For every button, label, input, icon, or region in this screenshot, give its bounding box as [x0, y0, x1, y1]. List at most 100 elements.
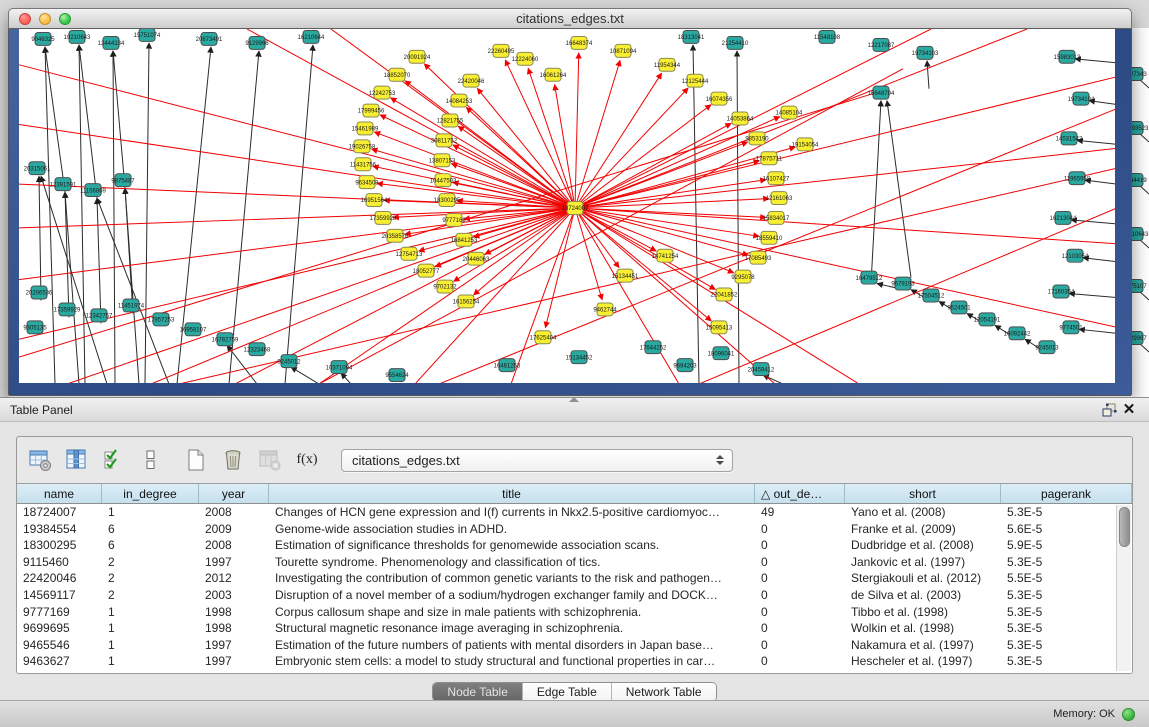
network-node[interactable]: 16213044 — [1050, 211, 1077, 224]
network-node[interactable]: 17359928 — [370, 211, 397, 224]
cell-year[interactable]: 2003 — [199, 587, 269, 604]
network-node[interactable]: 9554624 — [385, 369, 409, 382]
close-panel-button[interactable]: ✕ — [1119, 401, 1139, 419]
network-node[interactable]: 11156869 — [80, 184, 106, 197]
cell-title[interactable]: Genome-wide association studies in ADHD. — [269, 521, 755, 538]
cell-pagerank[interactable]: 5.6E-5 — [1001, 521, 1132, 538]
network-node[interactable]: 17644252 — [640, 341, 667, 354]
network-node[interactable]: 20206536 — [26, 286, 53, 299]
cell-short[interactable]: Tibbo et al. (1998) — [845, 604, 1001, 621]
network-node[interactable]: 9305135 — [23, 321, 47, 334]
network-node[interactable]: 18096041 — [708, 347, 735, 360]
network-node[interactable]: 9777169 — [442, 213, 466, 226]
cell-name[interactable]: 9463627 — [17, 653, 102, 670]
cell-name[interactable]: 9777169 — [17, 604, 102, 621]
network-node[interactable]: 12103054 — [1062, 249, 1089, 262]
cell-name[interactable]: 9115460 — [17, 554, 102, 571]
cell-pagerank[interactable]: 5.5E-5 — [1001, 570, 1132, 587]
network-node[interactable]: 16951564 — [361, 194, 388, 207]
network-node[interactable]: 12342757 — [86, 309, 113, 322]
cell-name[interactable]: 14569117 — [17, 587, 102, 604]
cell-title[interactable]: Disruption of a novel member of a sodium… — [269, 587, 755, 604]
network-node[interactable]: 15983013 — [1054, 50, 1081, 63]
cell-name[interactable]: 22420046 — [17, 570, 102, 587]
cell-short[interactable]: Wolkin et al. (1998) — [845, 620, 1001, 637]
network-node[interactable]: 16782759 — [212, 333, 239, 346]
cell-in_degree[interactable]: 1 — [102, 653, 199, 670]
cell-short[interactable]: Jankovic et al. (1997) — [845, 554, 1001, 571]
network-node[interactable]: 17359929 — [54, 303, 81, 316]
delete-table-button[interactable] — [255, 446, 285, 474]
cell-in_degree[interactable]: 1 — [102, 504, 199, 521]
vertical-scrollbar[interactable] — [1116, 505, 1131, 671]
network-node[interactable]: 15751074 — [134, 29, 161, 41]
column-header-year[interactable]: year — [199, 484, 269, 503]
tab-network-table[interactable]: Network Table — [612, 683, 716, 701]
network-node[interactable]: 16648794 — [868, 86, 895, 99]
table-row[interactable]: 1456911722003Disruption of a novel membe… — [17, 587, 1132, 604]
cell-short[interactable]: Stergiakouli et al. (2012) — [845, 570, 1001, 587]
cell-title[interactable]: Estimation of the future numbers of pati… — [269, 637, 755, 654]
cell-year[interactable]: 2008 — [199, 504, 269, 521]
network-node[interactable]: 11431756 — [350, 158, 377, 171]
cell-title[interactable]: Estimation of significance thresholds fo… — [269, 537, 755, 554]
network-node[interactable]: 16648374 — [566, 36, 593, 49]
network-node[interactable]: 20315061 — [24, 162, 51, 175]
network-canvas[interactable]: 9046325102106431244413415751074208734919… — [19, 29, 1115, 383]
cell-out_degree[interactable]: 49 — [755, 504, 845, 521]
cell-name[interactable]: 9465546 — [17, 637, 102, 654]
network-node[interactable]: 17625404 — [530, 331, 557, 344]
network-node[interactable]: 13807153 — [429, 154, 456, 167]
cell-out_degree[interactable]: 0 — [755, 554, 845, 571]
cell-out_degree[interactable]: 0 — [755, 604, 845, 621]
network-node[interactable]: 11548108 — [814, 30, 841, 43]
cell-pagerank[interactable]: 5.9E-5 — [1001, 537, 1132, 554]
cell-short[interactable]: Franke et al. (2009) — [845, 521, 1001, 538]
network-node[interactable]: 20459412 — [748, 363, 775, 376]
cell-out_degree[interactable]: 0 — [755, 653, 845, 670]
network-node[interactable]: 10871094 — [610, 44, 637, 57]
table-row[interactable]: 2242004622012Investigating the contribut… — [17, 570, 1132, 587]
create-table-button[interactable] — [181, 446, 211, 474]
cell-out_degree[interactable]: 0 — [755, 587, 845, 604]
table-settings-button[interactable] — [25, 446, 55, 474]
table-row[interactable]: 969969511998Structural magnetic resonanc… — [17, 620, 1132, 637]
column-header-short[interactable]: short — [845, 484, 1001, 503]
network-node[interactable]: 17957253 — [148, 313, 175, 326]
network-node[interactable]: 12444134 — [98, 36, 125, 49]
cell-in_degree[interactable]: 2 — [102, 570, 199, 587]
cell-short[interactable]: Dudbridge et al. (2008) — [845, 537, 1001, 554]
network-node[interactable]: 15095413 — [706, 321, 733, 334]
cell-name[interactable]: 18300295 — [17, 537, 102, 554]
network-node[interactable]: 16156254 — [453, 295, 480, 308]
cell-year[interactable]: 1998 — [199, 620, 269, 637]
network-node[interactable]: 10210643 — [64, 30, 91, 43]
network-node[interactable]: 19734104 — [1068, 92, 1095, 105]
network-node[interactable]: 10447503 — [430, 174, 457, 187]
network-node[interactable]: 16841253 — [451, 233, 478, 246]
cell-title[interactable]: Tourette syndrome. Phenomenology and cla… — [269, 554, 755, 571]
network-node[interactable]: 19734103 — [912, 46, 939, 59]
network-node[interactable]: 12821755 — [437, 114, 464, 127]
network-node[interactable]: 1575107 — [1131, 280, 1147, 293]
cell-in_degree[interactable]: 6 — [102, 521, 199, 538]
table-row[interactable]: 1872400712008Changes of HCN gene express… — [17, 504, 1132, 521]
cell-name[interactable]: 18724007 — [17, 504, 102, 521]
table-row[interactable]: 946554611997Estimation of the future num… — [17, 637, 1132, 654]
network-node[interactable]: 22260495 — [488, 44, 515, 57]
network-node[interactable]: 12054191 — [974, 313, 1001, 326]
cell-pagerank[interactable]: 5.3E-5 — [1001, 653, 1132, 670]
cell-title[interactable]: Changes of HCN gene expression and I(f) … — [269, 504, 755, 521]
cell-year[interactable]: 1998 — [199, 604, 269, 621]
network-node[interactable]: 9245013 — [1035, 341, 1059, 354]
column-visibility-button[interactable] — [62, 446, 92, 474]
cell-pagerank[interactable]: 5.3E-5 — [1001, 604, 1132, 621]
network-node[interactable]: 9129967 — [1131, 332, 1147, 345]
network-node[interactable]: 18559410 — [756, 231, 783, 244]
table-row[interactable]: 1938455462009Genome-wide association stu… — [17, 521, 1132, 538]
float-panel-button[interactable] — [1099, 401, 1119, 419]
cell-title[interactable]: Corpus callosum shape and size in male p… — [269, 604, 755, 621]
network-node[interactable]: 21254410 — [722, 36, 749, 49]
cell-out_degree[interactable]: 0 — [755, 620, 845, 637]
network-node[interactable]: 16061264 — [540, 68, 567, 81]
